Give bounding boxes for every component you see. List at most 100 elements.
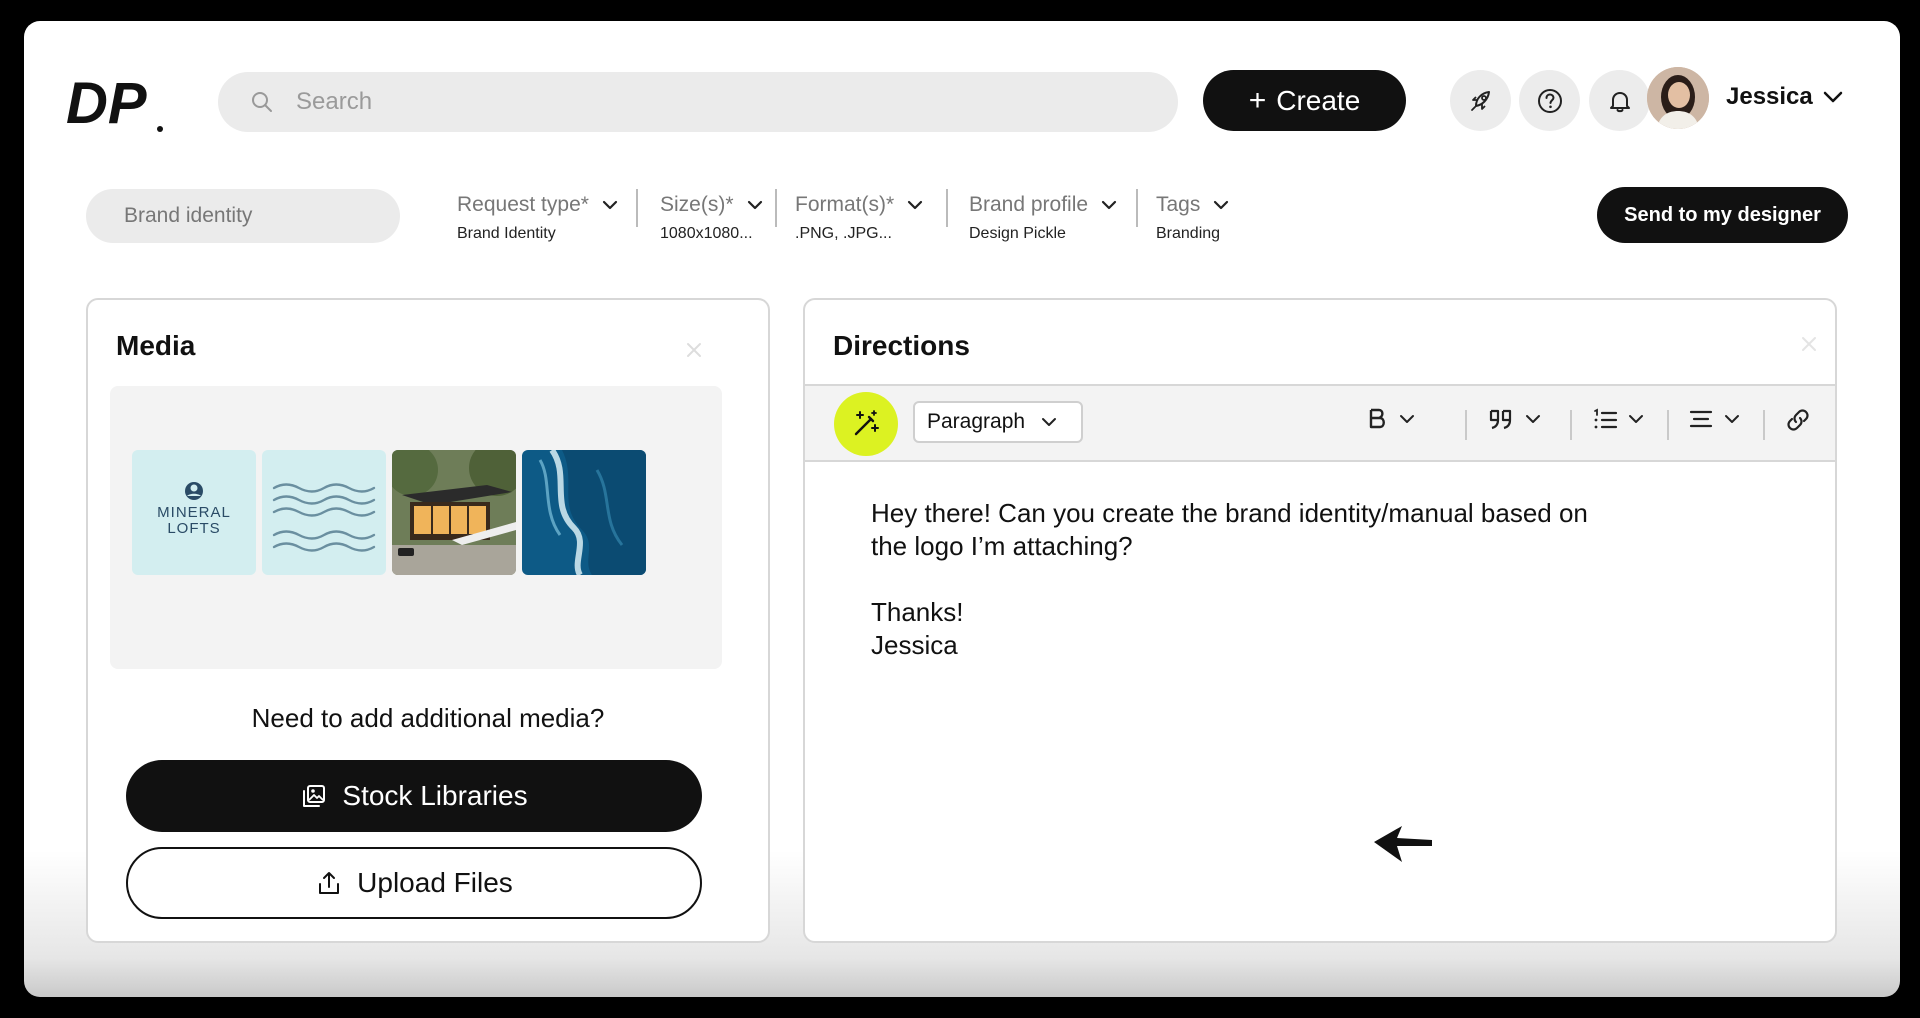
create-label: Create xyxy=(1276,84,1361,116)
divider xyxy=(946,189,948,227)
stock-libraries-button[interactable]: Stock Libraries xyxy=(126,760,702,832)
divider xyxy=(636,189,638,227)
filter-value: .PNG, .JPG... xyxy=(795,225,892,242)
chevron-down-icon xyxy=(1214,200,1229,210)
close-icon[interactable] xyxy=(1799,334,1819,354)
upload-files-label: Upload Files xyxy=(357,867,513,898)
divider xyxy=(1136,189,1138,227)
search-input[interactable] xyxy=(296,88,1096,116)
send-label: Send to my designer xyxy=(1624,203,1821,226)
editor-toolbar: Paragraph xyxy=(805,384,1835,462)
align-icon xyxy=(1689,410,1713,428)
directions-panel: Directions Paragraph Hey there! Can you … xyxy=(803,298,1837,943)
bold-dropdown[interactable] xyxy=(1367,406,1415,432)
filter-value: Brand Identity xyxy=(457,225,556,242)
plus-icon: + xyxy=(1248,83,1267,117)
directions-editor[interactable]: Hey there! Can you create the brand iden… xyxy=(871,497,1671,662)
align-dropdown[interactable] xyxy=(1688,406,1740,432)
chevron-down-icon xyxy=(1629,415,1643,423)
filter-sizes[interactable]: Size(s)* 1080x1080... xyxy=(660,193,764,243)
filter-brand-profile[interactable]: Brand profile Design Pickle xyxy=(969,193,1118,243)
media-thumbnails: MINERAL LOFTS xyxy=(110,386,722,669)
bell-icon xyxy=(1609,91,1630,112)
close-icon[interactable] xyxy=(684,340,704,360)
directions-title: Directions xyxy=(833,330,970,361)
chevron-down-icon xyxy=(908,200,923,210)
filter-formats[interactable]: Format(s)* .PNG, .JPG... xyxy=(795,193,924,243)
filter-label: Tags xyxy=(1156,193,1201,216)
rocket-button[interactable] xyxy=(1450,70,1511,131)
chevron-down-icon xyxy=(1526,415,1540,423)
notifications-button[interactable] xyxy=(1589,70,1650,131)
chevron-down-icon xyxy=(1101,200,1117,210)
divider xyxy=(775,189,777,227)
filter-value: Branding xyxy=(1156,225,1221,242)
logo-text: DP xyxy=(66,71,147,135)
request-title-placeholder: Brand identity xyxy=(124,204,253,227)
media-thumbnail-house[interactable] xyxy=(392,450,516,575)
editor-line: the logo I’m attaching? xyxy=(871,531,1133,561)
numbered-list-icon xyxy=(1594,408,1618,429)
link-button[interactable] xyxy=(1784,406,1812,434)
ocean-photo xyxy=(522,450,646,575)
filter-label: Size(s)* xyxy=(660,193,734,216)
chevron-down-icon xyxy=(1400,415,1414,423)
quote-dropdown[interactable] xyxy=(1487,406,1541,432)
logo-line1: MINERAL xyxy=(157,504,231,521)
paragraph-style-value: Paragraph xyxy=(927,410,1026,433)
chevron-down-icon xyxy=(602,200,618,210)
stock-libraries-label: Stock Libraries xyxy=(342,780,528,811)
mineral-lofts-logo: MINERAL LOFTS xyxy=(157,482,231,537)
media-title: Media xyxy=(116,330,196,361)
rocket-icon xyxy=(1470,90,1490,111)
logo-line2: LOFTS xyxy=(167,520,220,537)
editor-line: Hey there! Can you create the brand iden… xyxy=(871,498,1588,528)
filter-request-type[interactable]: Request type* Brand Identity xyxy=(457,193,619,243)
filter-value: Design Pickle xyxy=(969,225,1066,242)
need-media-text: Need to add additional media? xyxy=(251,703,605,733)
design-pickle-logo[interactable]: DP xyxy=(66,71,166,135)
chevron-down-icon xyxy=(747,200,762,210)
magic-wand-icon xyxy=(854,410,879,436)
filter-label: Request type* xyxy=(457,193,589,216)
mouse-cursor-icon xyxy=(1374,826,1432,862)
wave-pattern-image xyxy=(272,483,376,552)
divider xyxy=(1465,410,1467,440)
media-thumbnail-ocean[interactable] xyxy=(522,450,646,575)
editor-line: Jessica xyxy=(871,630,958,660)
divider xyxy=(1763,410,1765,440)
create-button[interactable]: + Create xyxy=(1203,70,1406,131)
app-window: DP + Create xyxy=(24,21,1900,997)
link-icon xyxy=(1787,409,1809,431)
editor-line: Thanks! xyxy=(871,597,964,627)
filter-tags[interactable]: Tags Branding xyxy=(1156,193,1230,243)
chevron-down-icon[interactable] xyxy=(1822,89,1844,105)
user-avatar[interactable] xyxy=(1647,67,1709,129)
image-library-icon xyxy=(303,785,326,807)
request-title-input[interactable]: Brand identity xyxy=(86,189,400,243)
send-to-designer-button[interactable]: Send to my designer xyxy=(1597,187,1848,243)
media-thumbnail-waves[interactable] xyxy=(262,450,386,575)
bold-icon xyxy=(1369,408,1385,429)
chevron-down-icon xyxy=(1042,418,1057,426)
help-icon xyxy=(1537,88,1562,113)
filter-label: Brand profile xyxy=(969,193,1089,216)
upload-icon xyxy=(319,872,340,894)
paragraph-style-select[interactable]: Paragraph xyxy=(913,401,1083,443)
upload-files-button[interactable]: Upload Files xyxy=(126,847,702,919)
ai-assist-button[interactable] xyxy=(834,392,898,456)
divider xyxy=(1570,410,1572,440)
filter-label: Format(s)* xyxy=(795,193,895,216)
help-button[interactable] xyxy=(1519,70,1580,131)
list-dropdown[interactable] xyxy=(1592,406,1644,432)
media-panel: Media MINERAL LOFTS Need to add addition… xyxy=(86,298,770,943)
avatar-photo xyxy=(1647,67,1709,129)
filter-value: 1080x1080... xyxy=(660,225,753,242)
media-thumbnail-logo[interactable]: MINERAL LOFTS xyxy=(132,450,256,575)
quote-icon xyxy=(1489,409,1512,430)
chevron-down-icon xyxy=(1725,415,1739,423)
search-icon xyxy=(252,92,272,112)
search-bar[interactable] xyxy=(218,72,1178,132)
user-name[interactable]: Jessica xyxy=(1726,83,1813,111)
house-photo xyxy=(392,450,516,575)
